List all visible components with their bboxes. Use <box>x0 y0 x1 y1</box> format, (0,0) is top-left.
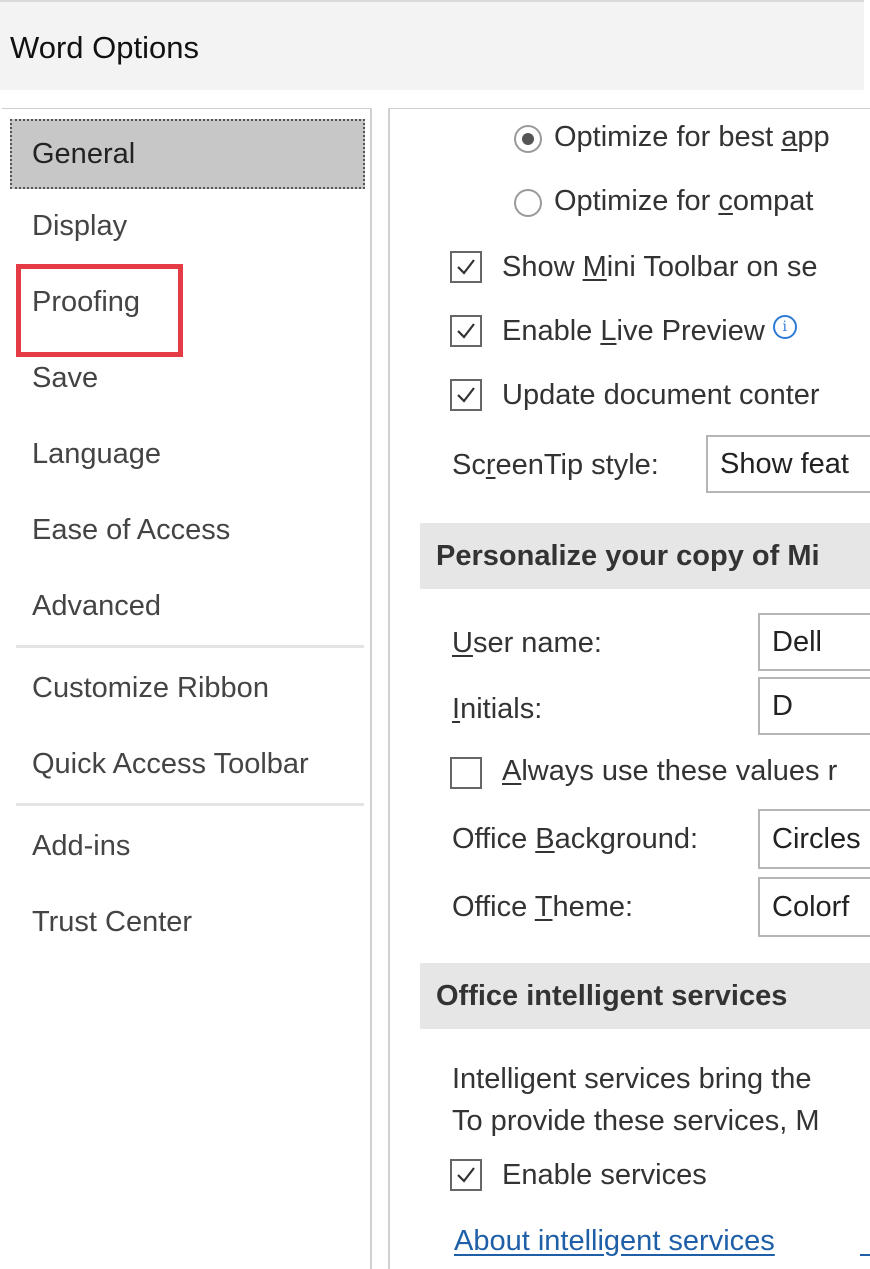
user-name-input[interactable]: Dell <box>758 613 870 671</box>
screentip-select[interactable]: Show feat <box>706 435 870 493</box>
user-name-label: User name: <box>452 627 602 659</box>
mini-toolbar-label[interactable]: Show Mini Toolbar on se <box>502 251 817 284</box>
live-preview-checkbox[interactable] <box>450 315 482 347</box>
intelligent-services-section-header: Office intelligent services <box>420 963 870 1029</box>
info-icon[interactable]: i <box>772 315 797 339</box>
intelligent-description-line1: Intelligent services bring the <box>452 1063 812 1095</box>
nav-item-language[interactable]: Language <box>10 419 365 489</box>
about-intelligent-services-link[interactable]: About intelligent services <box>454 1225 775 1258</box>
nav-item-advanced[interactable]: Advanced <box>10 571 365 641</box>
nav-item-trust-center[interactable]: Trust Center <box>10 887 365 957</box>
nav-item-ease-of-access[interactable]: Ease of Access <box>10 495 365 565</box>
office-background-select[interactable]: Circles <box>758 809 870 869</box>
checkmark-icon <box>457 259 475 275</box>
always-use-label[interactable]: Always use these values r <box>502 755 837 788</box>
nav-item-quick-access-toolbar[interactable]: Quick Access Toolbar <box>10 729 365 799</box>
general-options-panel: Optimize for best app Optimize for compa… <box>388 108 870 1269</box>
enable-services-label[interactable]: Enable services <box>502 1159 707 1192</box>
window-title: Word Options <box>10 30 199 65</box>
optimize-best-radio[interactable] <box>514 125 542 153</box>
nav-divider <box>16 645 364 648</box>
checkmark-icon <box>457 1167 475 1183</box>
office-background-label: Office Background: <box>452 823 699 855</box>
truncated-link[interactable] <box>860 1225 870 1258</box>
office-theme-select[interactable]: Colorf <box>758 877 870 937</box>
screentip-label: ScreenTip style: <box>452 449 659 481</box>
title-bar: Word Options <box>0 0 864 90</box>
checkmark-icon <box>457 323 475 339</box>
nav-divider <box>16 803 364 806</box>
checkmark-icon <box>457 387 475 403</box>
live-preview-label[interactable]: Enable Live Preview i <box>502 315 797 348</box>
nav-item-add-ins[interactable]: Add-ins <box>10 811 365 881</box>
proofing-highlight-box <box>16 264 183 357</box>
office-theme-label: Office Theme: <box>452 891 634 923</box>
optimize-best-label[interactable]: Optimize for best app <box>554 121 830 154</box>
always-use-checkbox[interactable] <box>450 757 482 789</box>
optimize-compat-label[interactable]: Optimize for compat <box>554 185 813 218</box>
optimize-compat-radio[interactable] <box>514 189 542 217</box>
initials-label: Initials: <box>452 693 543 725</box>
personalize-section-header: Personalize your copy of Mi <box>420 523 870 589</box>
intelligent-description-line2: To provide these services, M <box>452 1105 820 1137</box>
update-content-label[interactable]: Update document conter <box>502 379 820 412</box>
initials-input[interactable]: D <box>758 677 870 735</box>
nav-item-general[interactable]: General <box>10 119 365 189</box>
enable-services-checkbox[interactable] <box>450 1159 482 1191</box>
nav-item-display[interactable]: Display <box>10 191 365 261</box>
nav-item-customize-ribbon[interactable]: Customize Ribbon <box>10 653 365 723</box>
mini-toolbar-checkbox[interactable] <box>450 251 482 283</box>
update-content-checkbox[interactable] <box>450 379 482 411</box>
